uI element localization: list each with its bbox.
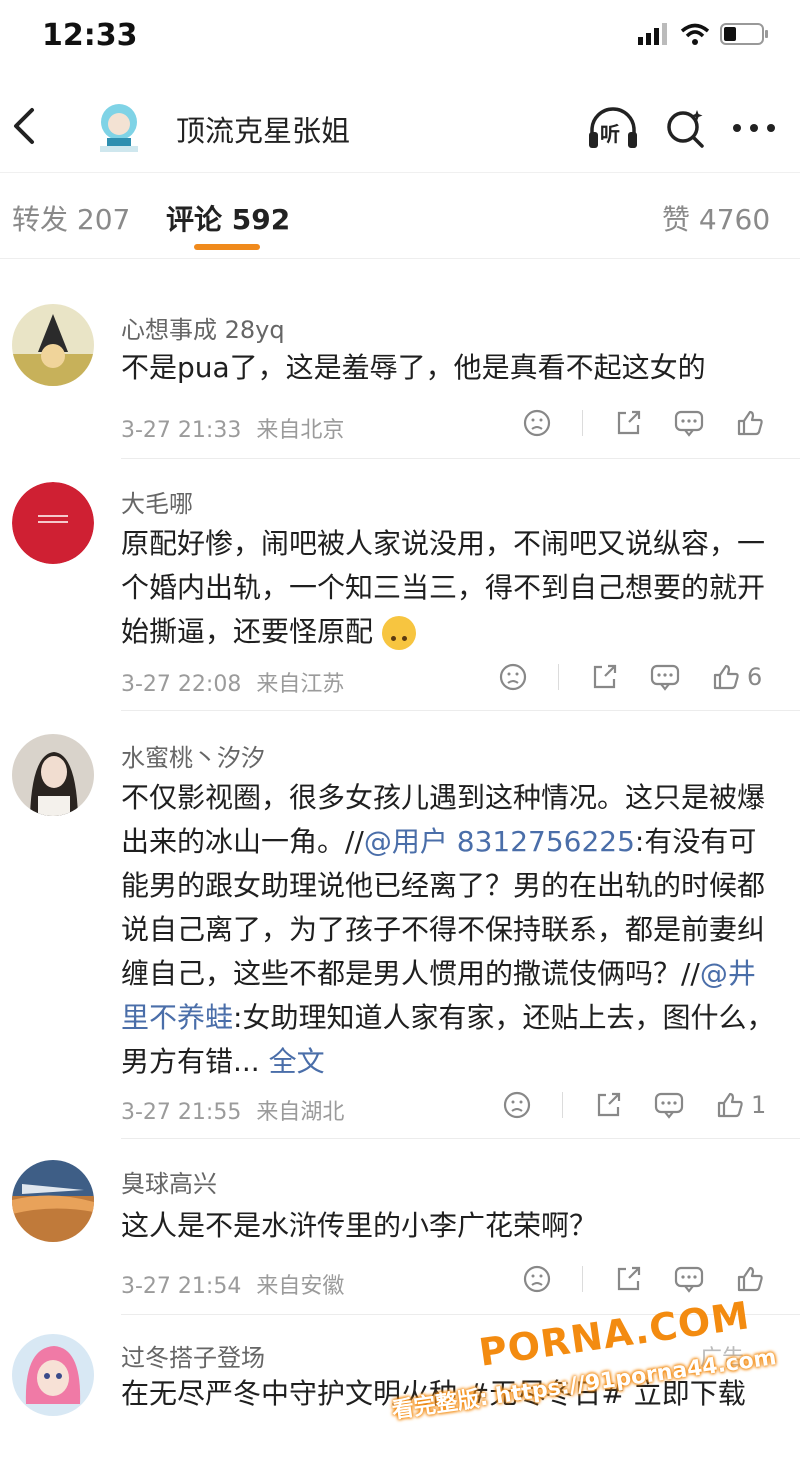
avatar[interactable] [12,1160,94,1242]
comment-author[interactable]: 水蜜桃丶汐汐 [121,738,265,773]
like-count: 1 [751,1091,767,1119]
comment-time: 3-27 22:08 [121,672,242,697]
comment-time: 3-27 21:54 [121,1274,242,1299]
comment-meta: 3-27 21:54 来自安徽 [121,1268,344,1300]
comment-location: 来自湖北 [256,1100,345,1125]
like-button[interactable]: 1 [715,1090,766,1120]
reply-icon[interactable] [673,1264,705,1294]
upside-down-face-emoji [381,616,416,650]
tab-likes[interactable]: 赞 4760 [662,198,770,238]
nav-bar: 顶流克星张姐 听 [0,80,800,173]
reply-icon[interactable] [653,1090,685,1120]
comment-item: 臭球高兴 这人是不是水浒传里的小李广花荣啊？ 3-27 21:54 来自安徽 [0,1156,800,1316]
comment-text: 这人是不是水浒传里的小李广花荣啊？ [121,1209,598,1242]
divider [558,664,559,690]
comment-location: 来自安徽 [256,1274,345,1299]
comment-author[interactable]: 臭球高兴 [121,1164,217,1199]
like-button[interactable] [735,1264,771,1294]
account-avatar[interactable] [94,100,144,154]
dislike-icon[interactable] [498,662,528,692]
thumbs-up-icon [737,1266,763,1292]
reply-icon[interactable] [673,408,705,438]
divider [582,1266,583,1292]
comment-body: 原配好惨，闹吧被人家说没用，不闹吧又说纵容，一个婚内出轨，一个知三当三，得不到自… [121,527,766,648]
comment-item: 水蜜桃丶汐汐 不仅影视圈，很多女孩儿遇到这种情况。这只是被爆出来的冰山一角。//… [0,730,800,1140]
comment-location: 来自江苏 [256,672,345,697]
dislike-icon[interactable] [502,1090,532,1120]
dislike-icon[interactable] [522,1264,552,1294]
avatar[interactable] [12,304,94,386]
tab-reposts[interactable]: 转发 207 [12,198,130,238]
comment-location: 来自北京 [256,418,345,443]
active-tab-indicator [194,244,260,250]
share-icon[interactable] [613,408,643,438]
comment-divider [121,1138,800,1139]
share-icon[interactable] [593,1090,623,1120]
like-count: 6 [747,663,763,691]
share-icon[interactable] [613,1264,643,1294]
comment-author[interactable]: 心想事成 28yq [121,310,285,345]
dislike-icon[interactable] [522,408,552,438]
listen-label: 听 [600,122,620,146]
comment-divider [121,458,800,459]
battery-icon [720,23,768,45]
comment-item: 大毛哪 原配好惨，闹吧被人家说没用，不闹吧又说纵容，一个婚内出轨，一个知三当三，… [0,476,800,712]
comment-meta: 3-27 21:33 来自北京 [121,412,344,444]
comment-actions [522,1264,771,1294]
comment-text: 不是pua了，这是羞辱了，他是真看不起这女的 [121,351,706,384]
signal-icon [638,23,667,45]
nav-actions: 听 [586,106,776,150]
comment-item: 心想事成 28yq 不是pua了，这是羞辱了，他是真看不起这女的 3-27 21… [0,300,800,460]
share-icon[interactable] [589,662,619,692]
like-button[interactable]: 6 [711,662,762,692]
like-button[interactable] [735,408,771,438]
avatar[interactable] [12,482,94,564]
comment-divider [121,710,800,711]
wifi-icon [680,23,710,45]
read-more-link[interactable]: 全文 [269,1045,325,1078]
search-icon[interactable] [664,106,708,150]
tab-bar: 转发 207 评论 592 赞 4760 [0,172,800,259]
system-icons [638,22,770,46]
more-icon[interactable] [732,122,776,134]
listen-button[interactable]: 听 [586,106,640,150]
thumbs-up-icon [713,664,739,690]
comment-time: 3-27 21:55 [121,1100,242,1125]
avatar[interactable] [12,734,94,816]
avatar[interactable] [12,1334,94,1416]
status-time: 12:33 [42,18,138,53]
comment-meta: 3-27 22:08 来自江苏 [121,666,344,698]
thumbs-up-icon [737,410,763,436]
divider [562,1092,563,1118]
comment-actions: 1 [502,1090,766,1120]
tab-comments[interactable]: 评论 592 [166,198,290,238]
reply-icon[interactable] [649,662,681,692]
comment-text: 原配好惨，闹吧被人家说没用，不闹吧又说纵容，一个婚内出轨，一个知三当三，得不到自… [121,522,771,654]
comment-actions: 6 [498,662,762,692]
comment-meta: 3-27 21:55 来自湖北 [121,1094,344,1126]
back-icon[interactable] [6,102,42,150]
comment-author[interactable]: 过冬搭子登场 [121,1338,265,1373]
status-bar: 12:33 [0,0,800,72]
comment-time: 3-27 21:33 [121,418,242,443]
comment-actions [522,408,771,438]
page-title: 顶流克星张姐 [176,114,351,148]
comment-author[interactable]: 大毛哪 [121,484,193,519]
thumbs-up-icon [717,1092,743,1118]
comment-text: 不仅影视圈，很多女孩儿遇到这种情况。这只是被爆出来的冰山一角。//@用户 831… [121,776,775,1084]
mention-link[interactable]: @用户 8312756225 [364,825,635,858]
divider [582,410,583,436]
